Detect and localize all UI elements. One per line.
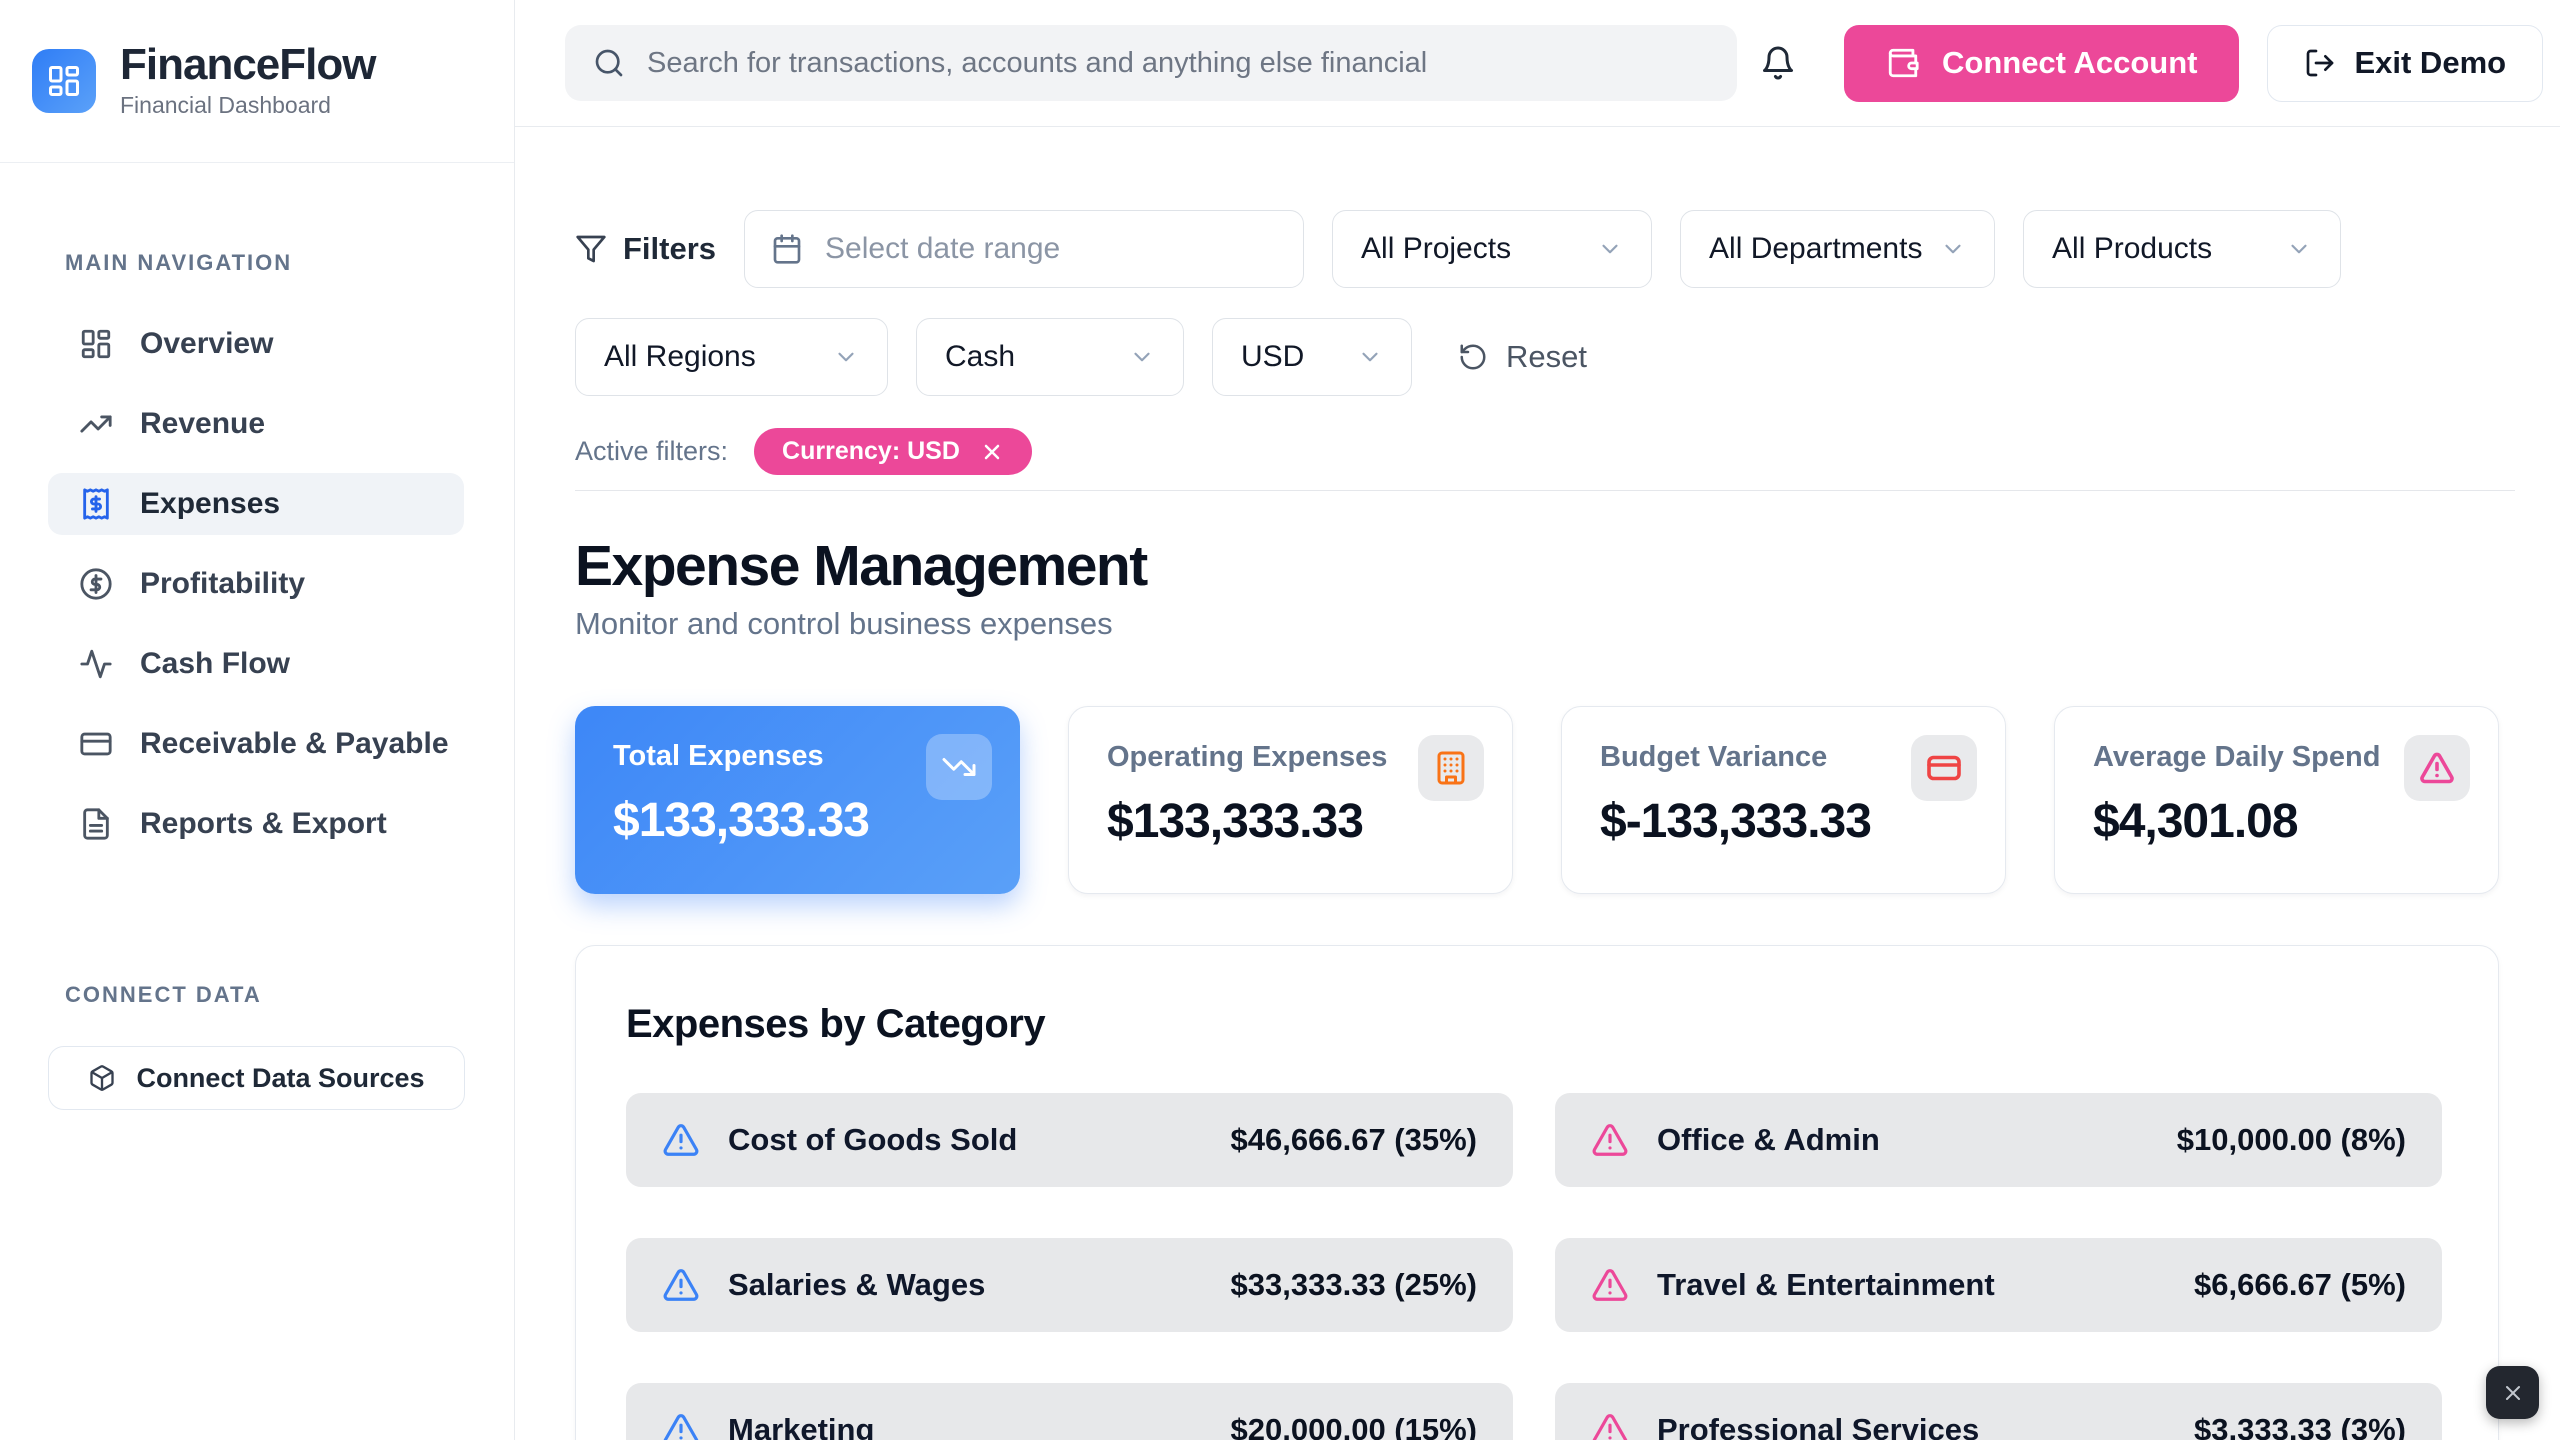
remove-filter-icon[interactable] xyxy=(980,440,1004,464)
connect-account-button[interactable]: Connect Account xyxy=(1844,25,2239,102)
departments-dropdown[interactable]: All Departments xyxy=(1680,210,1995,288)
panel-title: Expenses by Category xyxy=(626,1002,2442,1047)
category-row-cost-of-goods-sold: Cost of Goods Sold $46,666.67 (35%) xyxy=(626,1093,1513,1187)
active-filter-chip-currency[interactable]: Currency: USD xyxy=(754,428,1032,475)
stat-card-average-daily-spend: Average Daily Spend $4,301.08 xyxy=(2054,706,2499,894)
category-row-travel-entertainment: Travel & Entertainment $6,666.67 (5%) xyxy=(1555,1238,2442,1332)
section-divider xyxy=(575,490,2515,491)
building-icon xyxy=(1418,735,1484,801)
active-filters-row: Active filters: Currency: USD xyxy=(575,428,2515,475)
search-input[interactable] xyxy=(647,47,1709,80)
reset-filters-button[interactable]: Reset xyxy=(1458,339,1587,375)
filter-row-2: All Regions Cash USD Reset xyxy=(575,318,2515,396)
connect-data-label: CONNECT DATA xyxy=(65,982,514,1008)
stat-cards-row: Total Expenses $133,333.33 Operating Exp… xyxy=(575,706,2515,894)
chevron-down-icon xyxy=(2286,236,2312,262)
category-grid: Cost of Goods Sold $46,666.67 (35%) Offi… xyxy=(626,1093,2442,1440)
chevron-down-icon xyxy=(1129,344,1155,370)
main-content: Filters Select date range All Projects A… xyxy=(515,127,2560,1440)
alert-triangle-icon xyxy=(662,1121,700,1159)
sidebar-item-revenue[interactable]: Revenue xyxy=(48,393,464,455)
alert-triangle-icon xyxy=(1591,1411,1629,1440)
sidebar-item-cash-flow[interactable]: Cash Flow xyxy=(48,633,464,695)
search-icon xyxy=(593,47,625,79)
notifications-button[interactable] xyxy=(1756,35,1800,91)
connect-data-sources-button[interactable]: Connect Data Sources xyxy=(48,1046,465,1110)
category-row-office-admin: Office & Admin $10,000.00 (8%) xyxy=(1555,1093,2442,1187)
exit-demo-button[interactable]: Exit Demo xyxy=(2267,25,2543,102)
category-row-salaries-wages: Salaries & Wages $33,333.33 (25%) xyxy=(626,1238,1513,1332)
bell-icon xyxy=(1760,45,1796,81)
alert-triangle-icon xyxy=(662,1411,700,1440)
alert-triangle-icon xyxy=(1591,1266,1629,1304)
layout-dashboard-icon xyxy=(78,326,114,362)
app-tagline: Financial Dashboard xyxy=(120,92,375,119)
trending-up-icon xyxy=(78,406,114,442)
expenses-by-category-panel: Expenses by Category Cost of Goods Sold … xyxy=(575,945,2499,1440)
category-row-marketing: Marketing $20,000.00 (15%) xyxy=(626,1383,1513,1440)
package-icon xyxy=(88,1064,116,1092)
filter-row-1: Filters Select date range All Projects A… xyxy=(575,210,2515,288)
sidebar-item-receivable-payable[interactable]: Receivable & Payable xyxy=(48,713,464,775)
rotate-ccw-icon xyxy=(1458,342,1488,372)
products-dropdown[interactable]: All Products xyxy=(2023,210,2341,288)
filters-label: Filters xyxy=(575,231,716,267)
regions-dropdown[interactable]: All Regions xyxy=(575,318,888,396)
receipt-icon xyxy=(78,486,114,522)
app-logo: FinanceFlow Financial Dashboard xyxy=(0,0,514,163)
sidebar-item-overview[interactable]: Overview xyxy=(48,313,464,375)
sidebar-nav: Overview Revenue Expenses Profitability … xyxy=(48,313,464,855)
activity-icon xyxy=(78,646,114,682)
app-title: FinanceFlow xyxy=(120,43,375,88)
accounting-basis-dropdown[interactable]: Cash xyxy=(916,318,1184,396)
alert-triangle-icon xyxy=(662,1266,700,1304)
active-filters-label: Active filters: xyxy=(575,436,728,467)
alert-triangle-icon xyxy=(1591,1121,1629,1159)
credit-card-icon xyxy=(1911,735,1977,801)
alert-triangle-icon xyxy=(2404,735,2470,801)
page-title: Expense Management xyxy=(575,535,2515,598)
funnel-icon xyxy=(575,233,607,265)
chevron-down-icon xyxy=(1357,344,1383,370)
category-row-professional-services: Professional Services $3,333.33 (3%) xyxy=(1555,1383,2442,1440)
log-out-icon xyxy=(2304,47,2336,79)
nav-section-label: MAIN NAVIGATION xyxy=(65,250,514,276)
close-button[interactable] xyxy=(2486,1366,2539,1419)
chevron-down-icon xyxy=(833,344,859,370)
sidebar: FinanceFlow Financial Dashboard MAIN NAV… xyxy=(0,0,515,1440)
sidebar-item-expenses[interactable]: Expenses xyxy=(48,473,464,535)
date-range-input[interactable]: Select date range xyxy=(744,210,1304,288)
credit-card-icon xyxy=(78,726,114,762)
currency-dropdown[interactable]: USD xyxy=(1212,318,1412,396)
file-text-icon xyxy=(78,806,114,842)
stat-card-total-expenses: Total Expenses $133,333.33 xyxy=(575,706,1020,894)
page-subtitle: Monitor and control business expenses xyxy=(575,606,2515,642)
projects-dropdown[interactable]: All Projects xyxy=(1332,210,1652,288)
calendar-icon xyxy=(771,233,803,265)
circle-dollar-icon xyxy=(78,566,114,602)
stat-card-budget-variance: Budget Variance $-133,333.33 xyxy=(1561,706,2006,894)
stat-card-operating-expenses: Operating Expenses $133,333.33 xyxy=(1068,706,1513,894)
close-icon xyxy=(2501,1381,2525,1405)
search-bar[interactable] xyxy=(565,25,1737,101)
trending-down-icon xyxy=(926,734,992,800)
chevron-down-icon xyxy=(1597,236,1623,262)
sidebar-item-profitability[interactable]: Profitability xyxy=(48,553,464,615)
sidebar-item-reports-export[interactable]: Reports & Export xyxy=(48,793,464,855)
topbar: Connect Account Exit Demo xyxy=(515,0,2560,127)
wallet-icon xyxy=(1886,46,1920,80)
app-logo-icon xyxy=(32,49,96,113)
chevron-down-icon xyxy=(1940,236,1966,262)
